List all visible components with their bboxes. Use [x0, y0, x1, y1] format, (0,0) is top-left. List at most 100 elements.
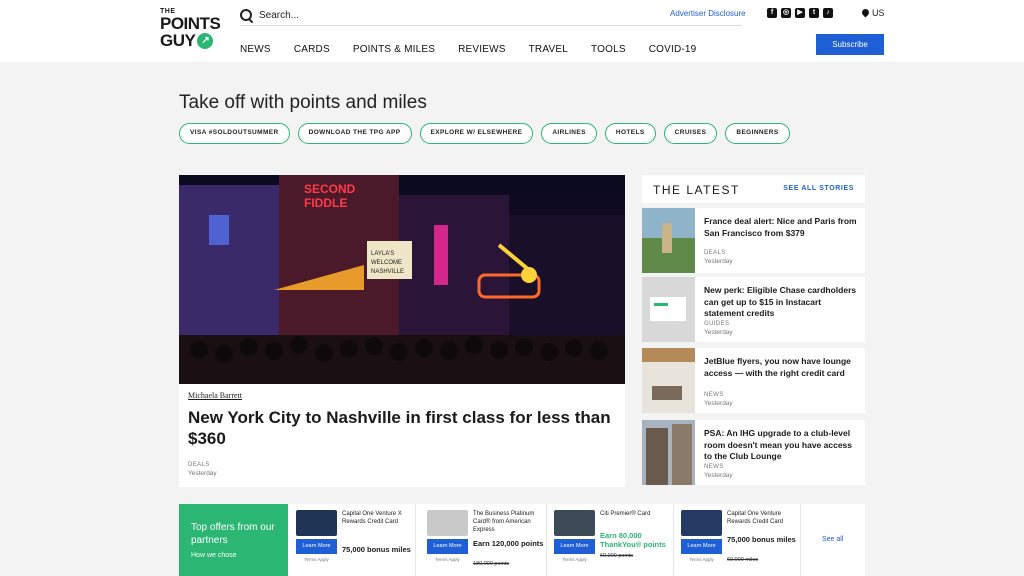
latest-story[interactable]: JetBlue flyers, you now have lounge acce…: [642, 348, 865, 413]
story-thumbnail[interactable]: [642, 348, 695, 413]
offers-title: Top offers from our partners: [191, 522, 275, 546]
story-category[interactable]: NEWS: [704, 464, 724, 470]
logo-line-3: GUY ↗: [160, 32, 220, 49]
search-bar[interactable]: [240, 6, 742, 26]
site-header: THE POINTS GUY ↗ Advertiser Disclosure f…: [0, 0, 1024, 62]
see-all-offers-link[interactable]: See all: [822, 536, 843, 543]
latest-story[interactable]: New perk: Eligible Chase cardholders can…: [642, 277, 865, 342]
story-category[interactable]: DEALS: [704, 250, 726, 256]
see-all-stories-link[interactable]: SEE ALL STORIES: [783, 185, 854, 192]
chip-beginners[interactable]: BEGINNERS: [725, 123, 790, 144]
partner-offers: Top offers from our partners How we chos…: [179, 504, 865, 576]
offer-card-name[interactable]: Citi Premier® Card: [600, 510, 670, 518]
chip-download-app[interactable]: DOWNLOAD THE TPG APP: [297, 123, 412, 144]
chip-explore-elsewhere[interactable]: EXPLORE W/ ELSEWHERE: [419, 123, 534, 144]
nav-news[interactable]: NEWS: [240, 44, 271, 55]
story-title[interactable]: New perk: Eligible Chase cardholders can…: [704, 285, 860, 320]
search-icon[interactable]: [240, 9, 253, 22]
youtube-icon[interactable]: ▶: [795, 8, 805, 18]
story-title[interactable]: France deal alert: Nice and Paris from S…: [704, 216, 860, 239]
svg-text:WELCOME: WELCOME: [371, 260, 402, 266]
story-thumbnail[interactable]: [642, 277, 695, 342]
learn-more-button[interactable]: Learn More: [681, 539, 722, 554]
offer-card: Learn More Terms Apply Citi Premier® Car…: [549, 504, 674, 576]
nav-tools[interactable]: TOOLS: [591, 44, 626, 55]
nav-reviews[interactable]: REVIEWS: [458, 44, 506, 55]
article-title[interactable]: New York City to Nashville in first clas…: [188, 407, 618, 449]
terms-apply-link[interactable]: Terms Apply: [427, 557, 468, 562]
offer-value: Earn 120,000 points: [473, 539, 544, 548]
credit-card-image[interactable]: [296, 510, 337, 536]
offer-old-value: 60,000 miles: [727, 557, 759, 563]
facebook-icon[interactable]: f: [767, 8, 777, 18]
advertiser-disclosure-link[interactable]: Advertiser Disclosure: [670, 9, 746, 18]
nav-cards[interactable]: CARDS: [294, 44, 330, 55]
featured-article[interactable]: SECOND FIDDLE LAYLA'S WELCOME NASHVILLE …: [179, 175, 625, 487]
offers-intro: Top offers from our partners How we chos…: [179, 504, 288, 576]
latest-story[interactable]: PSA: An IHG upgrade to a club-level room…: [642, 420, 865, 485]
latest-header: THE LATEST SEE ALL STORIES: [642, 175, 865, 203]
location-pin-icon: [862, 9, 869, 18]
learn-more-button[interactable]: Learn More: [427, 539, 468, 554]
learn-more-button[interactable]: Learn More: [554, 539, 595, 554]
story-time: Yesterday: [704, 258, 733, 265]
story-time: Yesterday: [704, 400, 733, 407]
tpg-logo[interactable]: THE POINTS GUY ↗: [160, 8, 221, 54]
terms-apply-link[interactable]: Terms Apply: [554, 557, 595, 562]
story-thumbnail[interactable]: [642, 420, 695, 485]
offer-card: Learn More Terms Apply The Business Plat…: [422, 504, 547, 576]
story-category[interactable]: GUIDES: [704, 321, 729, 327]
offer-card: Learn More Terms Apply Capital One Ventu…: [676, 504, 801, 576]
offer-card-name[interactable]: Capital One Venture X Rewards Credit Car…: [342, 510, 412, 526]
chip-cruises[interactable]: CRUISES: [663, 123, 718, 144]
offer-value: 75,000 bonus miles: [727, 535, 796, 544]
offer-card: Learn More Terms Apply Capital One Ventu…: [291, 504, 416, 576]
svg-text:LAYLA'S: LAYLA'S: [371, 251, 394, 257]
offer-card-name[interactable]: Capital One Venture Rewards Credit Card: [727, 510, 797, 526]
story-category[interactable]: NEWS: [704, 392, 724, 398]
story-time: Yesterday: [704, 472, 733, 479]
terms-apply-link[interactable]: Terms Apply: [296, 557, 337, 562]
logo-line-3-text: GUY: [160, 31, 196, 50]
svg-text:SECOND: SECOND: [304, 182, 356, 196]
learn-more-button[interactable]: Learn More: [296, 539, 337, 554]
chip-airlines[interactable]: AIRLINES: [541, 123, 597, 144]
instagram-icon[interactable]: ◎: [781, 8, 791, 18]
locale-label: US: [872, 8, 885, 18]
story-title[interactable]: JetBlue flyers, you now have lounge acce…: [704, 356, 860, 379]
page-title: Take off with points and miles: [179, 92, 427, 113]
article-author[interactable]: Michaela Barrett: [188, 391, 242, 400]
credit-card-image[interactable]: [427, 510, 468, 536]
locale-selector[interactable]: US: [862, 8, 885, 18]
twitter-icon[interactable]: t: [809, 8, 819, 18]
offer-card-name[interactable]: The Business Platinum Card® from America…: [473, 510, 543, 534]
subscribe-button[interactable]: Subscribe: [816, 34, 884, 55]
how-we-chose-link[interactable]: How we chose: [191, 552, 237, 559]
topic-chips: VISA #SOLDOUTSUMMER DOWNLOAD THE TPG APP…: [179, 123, 790, 144]
chip-visa-soldoutsummer[interactable]: VISA #SOLDOUTSUMMER: [179, 123, 290, 144]
logo-line-2: POINTS: [160, 14, 221, 33]
tiktok-icon[interactable]: ♪: [823, 8, 833, 18]
offer-value: Earn 80,000 ThankYou® points: [600, 531, 666, 549]
offer-old-value: 180,000 points: [473, 561, 510, 567]
story-thumbnail[interactable]: [642, 208, 695, 273]
credit-card-image[interactable]: [554, 510, 595, 536]
story-title[interactable]: PSA: An IHG upgrade to a club-level room…: [704, 428, 860, 463]
article-category[interactable]: DEALS: [188, 462, 210, 468]
nav-travel[interactable]: TRAVEL: [529, 44, 568, 55]
offer-old-value: 60,000 points: [600, 553, 634, 559]
nav-points-miles[interactable]: POINTS & MILES: [353, 44, 435, 55]
svg-text:NASHVILLE: NASHVILLE: [371, 269, 404, 275]
credit-card-image[interactable]: [681, 510, 722, 536]
chip-hotels[interactable]: HOTELS: [604, 123, 656, 144]
offer-value: 75,000 bonus miles: [342, 545, 411, 554]
logo-arrow-icon: ↗: [197, 32, 214, 49]
terms-apply-link[interactable]: Terms Apply: [681, 557, 722, 562]
latest-story[interactable]: France deal alert: Nice and Paris from S…: [642, 208, 865, 273]
story-time: Yesterday: [704, 329, 733, 336]
svg-text:FIDDLE: FIDDLE: [304, 196, 347, 210]
search-input[interactable]: [259, 10, 659, 21]
article-time: Yesterday: [188, 470, 217, 477]
featured-article-image[interactable]: SECOND FIDDLE LAYLA'S WELCOME NASHVILLE: [179, 175, 625, 384]
nav-covid-19[interactable]: COVID-19: [649, 44, 697, 55]
